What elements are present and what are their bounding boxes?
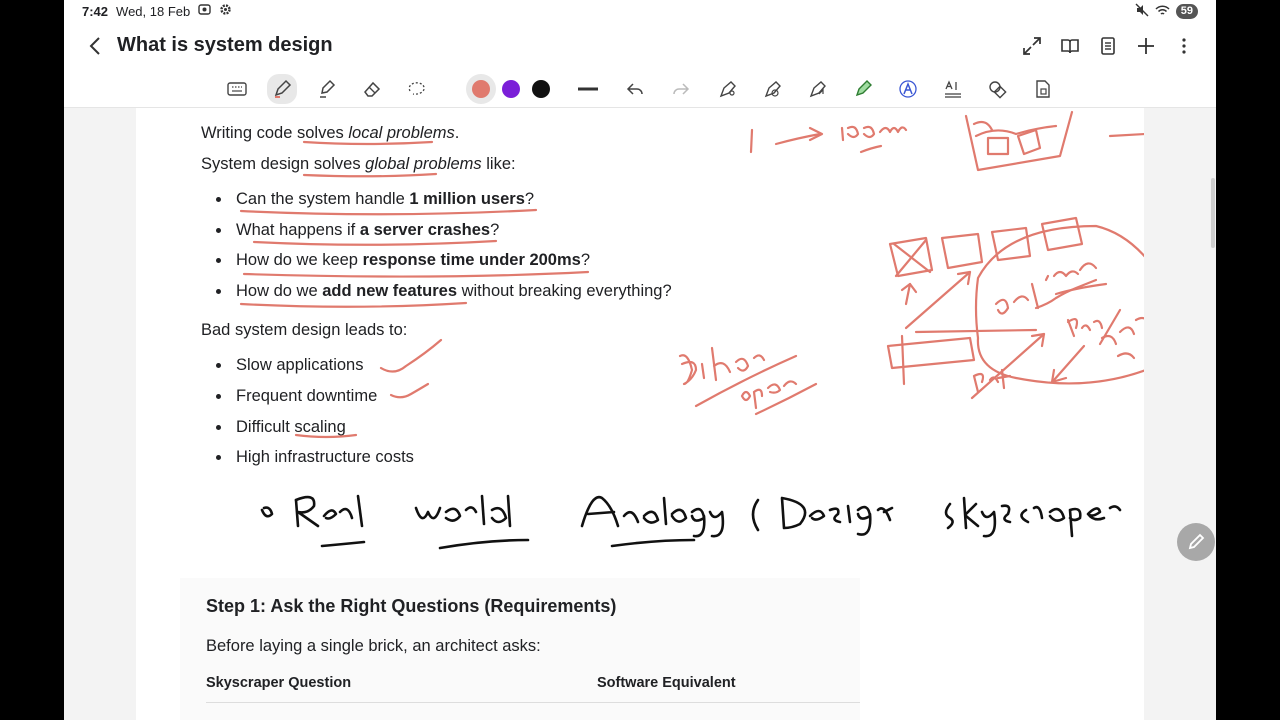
table-header-skyscraper: Skyscraper Question xyxy=(206,675,352,691)
step-intro: Before laying a single brick, an archite… xyxy=(206,637,541,655)
red-color-swatch[interactable] xyxy=(472,80,490,98)
step-heading: Step 1: Ask the Right Questions (Require… xyxy=(206,596,617,616)
bad-design-heading: Bad system design leads to: xyxy=(201,321,408,339)
spen-tool-icon[interactable] xyxy=(716,77,740,101)
list-item: Slow applications xyxy=(216,356,364,375)
purple-color-swatch[interactable] xyxy=(502,80,520,98)
list-item: How do we add new features without break… xyxy=(216,282,672,301)
list-item: Frequent downtime xyxy=(216,387,377,406)
table-header-software: Software Equivalent xyxy=(597,675,736,691)
status-bar: 7:42 Wed, 18 Feb 59 xyxy=(64,0,1216,22)
page-list-icon[interactable] xyxy=(1096,34,1120,58)
highlighter-icon[interactable] xyxy=(315,77,339,101)
edit-pen-button[interactable] xyxy=(1177,523,1215,561)
list-item: Can the system handle 1 million users? xyxy=(216,190,534,209)
note-page[interactable]: Writing code solves local problems. Syst… xyxy=(136,108,1144,720)
redo-icon[interactable] xyxy=(669,77,693,101)
black-color-swatch[interactable] xyxy=(532,80,550,98)
scrollbar-thumb[interactable] xyxy=(1211,178,1215,248)
stroke-width-icon[interactable] xyxy=(576,77,600,101)
intro-line-1: Writing code solves local problems. xyxy=(201,124,460,142)
mute-icon xyxy=(1135,3,1149,20)
text-box-icon[interactable] xyxy=(941,77,965,101)
settings-gear-icon xyxy=(219,3,232,19)
lasso-icon[interactable] xyxy=(405,77,429,101)
table-header-divider xyxy=(206,702,860,703)
screen-record-icon xyxy=(198,3,211,19)
pen-settings-icon[interactable] xyxy=(761,77,785,101)
back-arrow-icon[interactable] xyxy=(84,34,108,58)
insert-file-icon[interactable] xyxy=(1031,77,1055,101)
add-icon[interactable] xyxy=(1134,34,1158,58)
list-item: What happens if a server crashes? xyxy=(216,221,499,240)
keyboard-icon[interactable] xyxy=(225,77,249,101)
pen-tool-icon[interactable] xyxy=(267,74,297,104)
tablet-screen: 7:42 Wed, 18 Feb 59 What is system desig… xyxy=(64,0,1216,720)
pen-share-icon[interactable] xyxy=(806,77,830,101)
list-item: High infrastructure costs xyxy=(216,448,414,467)
more-options-icon[interactable] xyxy=(1172,34,1196,58)
shapes-icon[interactable] xyxy=(985,77,1009,101)
title-bar: What is system design xyxy=(64,22,1216,70)
book-view-icon[interactable] xyxy=(1058,34,1082,58)
status-date: Wed, 18 Feb xyxy=(116,3,191,19)
step-1-section: Step 1: Ask the Right Questions (Require… xyxy=(180,578,860,720)
page-title: What is system design xyxy=(117,34,333,56)
undo-icon[interactable] xyxy=(623,77,647,101)
intro-line-2: System design solves global problems lik… xyxy=(201,155,516,173)
expand-icon[interactable] xyxy=(1020,34,1044,58)
list-item: Difficult scaling xyxy=(216,418,346,437)
text-style-icon[interactable] xyxy=(896,77,920,101)
drawing-toolbar xyxy=(64,70,1216,108)
wifi-icon xyxy=(1155,4,1170,20)
green-highlighter-icon[interactable] xyxy=(851,77,875,101)
eraser-icon[interactable] xyxy=(360,77,384,101)
battery-level: 59 xyxy=(1175,4,1198,19)
status-time: 7:42 xyxy=(82,3,109,19)
list-item: How do we keep response time under 200ms… xyxy=(216,251,590,270)
